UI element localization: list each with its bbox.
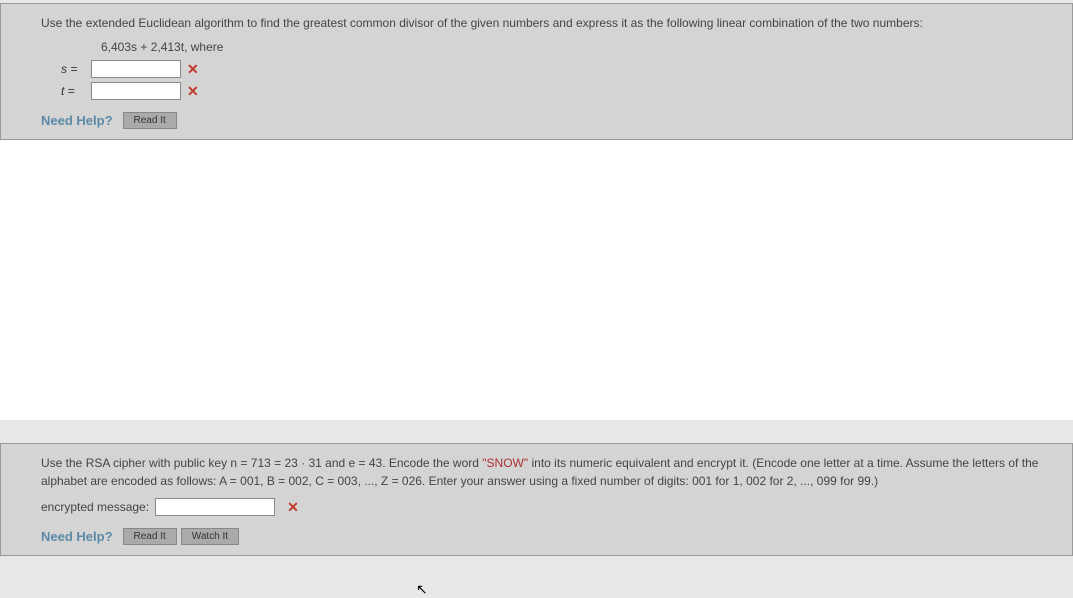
q1-row-s: s = ✕ — [41, 60, 1052, 78]
watch-it-button[interactable]: Watch It — [181, 528, 239, 545]
wrong-icon: ✕ — [187, 83, 199, 100]
q1-expression: 6,403s + 2,413t, where — [41, 40, 1052, 54]
read-it-button[interactable]: Read It — [123, 528, 177, 545]
snow-word: "SNOW" — [482, 456, 528, 470]
wrong-icon: ✕ — [287, 499, 299, 516]
encrypted-row: encrypted message: ✕ — [41, 498, 1052, 516]
var-t-label: t = — [61, 84, 91, 98]
q1-row-t: t = ✕ — [41, 82, 1052, 100]
q1-prompt: Use the extended Euclidean algorithm to … — [41, 14, 1052, 32]
q2-prompt: Use the RSA cipher with public key n = 7… — [41, 454, 1052, 490]
read-it-button[interactable]: Read It — [123, 112, 177, 129]
need-help-label: Need Help? — [41, 529, 113, 544]
wrong-icon: ✕ — [187, 61, 199, 78]
question-2: Use the RSA cipher with public key n = 7… — [0, 443, 1073, 556]
input-s[interactable] — [91, 60, 181, 78]
question-1: Use the extended Euclidean algorithm to … — [0, 3, 1073, 140]
q2-help-row: Need Help? Read It Watch It — [41, 528, 1052, 545]
var-s-label: s = — [61, 62, 91, 76]
q2-prompt-part1: Use the RSA cipher with public key n = 7… — [41, 456, 482, 470]
q1-help-row: Need Help? Read It — [41, 112, 1052, 129]
need-help-label: Need Help? — [41, 113, 113, 128]
input-t[interactable] — [91, 82, 181, 100]
encrypted-label: encrypted message: — [41, 500, 149, 514]
gap — [0, 140, 1073, 420]
input-encrypted[interactable] — [155, 498, 275, 516]
